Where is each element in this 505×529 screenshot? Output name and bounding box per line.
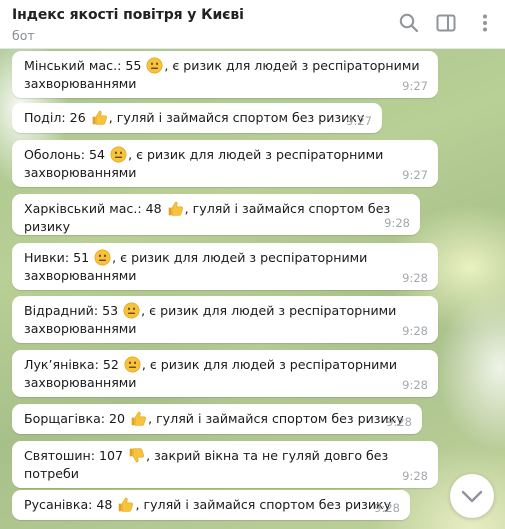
more-vertical-icon[interactable] [474,12,496,34]
advice-text: , гуляй і займайся спортом без ризику [108,110,365,125]
message-time: 9:28 [402,378,428,392]
neutral-face-emoji-icon [110,146,127,163]
chat-title[interactable]: Індекс якості повітря у Києві [12,7,244,23]
district-reading: Мінський мас.: 55 [24,58,146,73]
thumbs-up-emoji-icon [168,201,183,216]
district-reading: Оболонь: 54 [24,147,110,162]
thumbs-up-emoji-icon [119,497,134,512]
district-reading: Відрадний: 53 [24,303,123,318]
message-time: 9:27 [402,79,428,93]
chat-area[interactable]: Мінський мас.: 55 , є ризик для людей з … [0,48,505,529]
advice-text: , гуляй і займайся спортом без ризику [148,411,404,426]
chevron-down-icon [461,490,483,503]
district-reading: Харківський мас.: 48 [24,201,166,216]
message-time: 9:28 [374,501,400,515]
message-bubble[interactable]: Відрадний: 53 , є ризик для людей з респ… [12,296,438,343]
neutral-face-emoji-icon [124,356,141,373]
search-icon[interactable] [398,12,420,34]
district-reading: Лук’янівка: 52 [24,357,123,372]
message-text: Борщагівка: 20 , гуляй і займайся спорто… [24,410,410,428]
message-text: Нивки: 51 , є ризик для людей з респірат… [24,249,426,285]
message-bubble[interactable]: Русанівка: 48 , гуляй і займайся спортом… [12,490,410,520]
sidebar-icon[interactable] [435,12,457,34]
message-bubble[interactable]: Нивки: 51 , є ризик для людей з респірат… [12,243,438,290]
message-bubble[interactable]: Поділ: 26 , гуляй і займайся спортом без… [12,103,382,133]
message-bubble[interactable]: Борщагівка: 20 , гуляй і займайся спорто… [12,404,422,434]
message-text: Оболонь: 54 , є ризик для людей з респір… [24,146,426,182]
message-time: 9:28 [386,415,412,429]
thumbs-down-emoji-icon [129,448,145,463]
chat-subtitle: бот [12,28,35,43]
message-bubble[interactable]: Мінський мас.: 55 , є ризик для людей з … [12,51,438,98]
message-time: 9:28 [402,271,428,285]
message-text: Лук’янівка: 52 , є ризик для людей з рес… [24,356,426,392]
district-reading: Русанівка: 48 [24,497,117,512]
district-reading: Поділ: 26 [24,110,90,125]
advice-text: , гуляй і займайся спортом без ризику [135,497,392,512]
district-reading: Нивки: 51 [24,250,94,265]
message-bubble[interactable]: Оболонь: 54 , є ризик для людей з респір… [12,140,438,187]
message-time: 9:27 [402,168,428,182]
district-reading: Святошин: 107 [24,448,128,463]
message-text: Русанівка: 48 , гуляй і займайся спортом… [24,496,398,514]
neutral-face-emoji-icon [94,249,111,266]
message-text: Мінський мас.: 55 , є ризик для людей з … [24,57,426,93]
message-time: 9:27 [346,114,372,128]
message-text: Поділ: 26 , гуляй і займайся спортом без… [24,109,370,127]
chat-header: Індекс якості повітря у Києві бот [0,0,505,49]
scroll-down-button[interactable] [450,474,494,518]
message-time: 9:28 [402,469,428,483]
message-bubble[interactable]: Лук’янівка: 52 , є ризик для людей з рес… [12,350,438,397]
message-text: Відрадний: 53 , є ризик для людей з респ… [24,302,426,338]
message-time: 9:28 [402,324,428,338]
message-bubble[interactable]: Святошин: 107 , закрий вікна та не гуляй… [12,441,438,488]
message-bubble[interactable]: Харківський мас.: 48 , гуляй і займайся … [12,194,420,235]
neutral-face-emoji-icon [146,57,163,74]
district-reading: Борщагівка: 20 [24,411,130,426]
neutral-face-emoji-icon [123,302,140,319]
message-text: Харківський мас.: 48 , гуляй і займайся … [24,200,408,236]
message-time: 9:28 [384,216,410,230]
message-text: Святошин: 107 , закрий вікна та не гуляй… [24,447,426,483]
thumbs-up-emoji-icon [131,411,147,426]
thumbs-up-emoji-icon [92,110,107,125]
